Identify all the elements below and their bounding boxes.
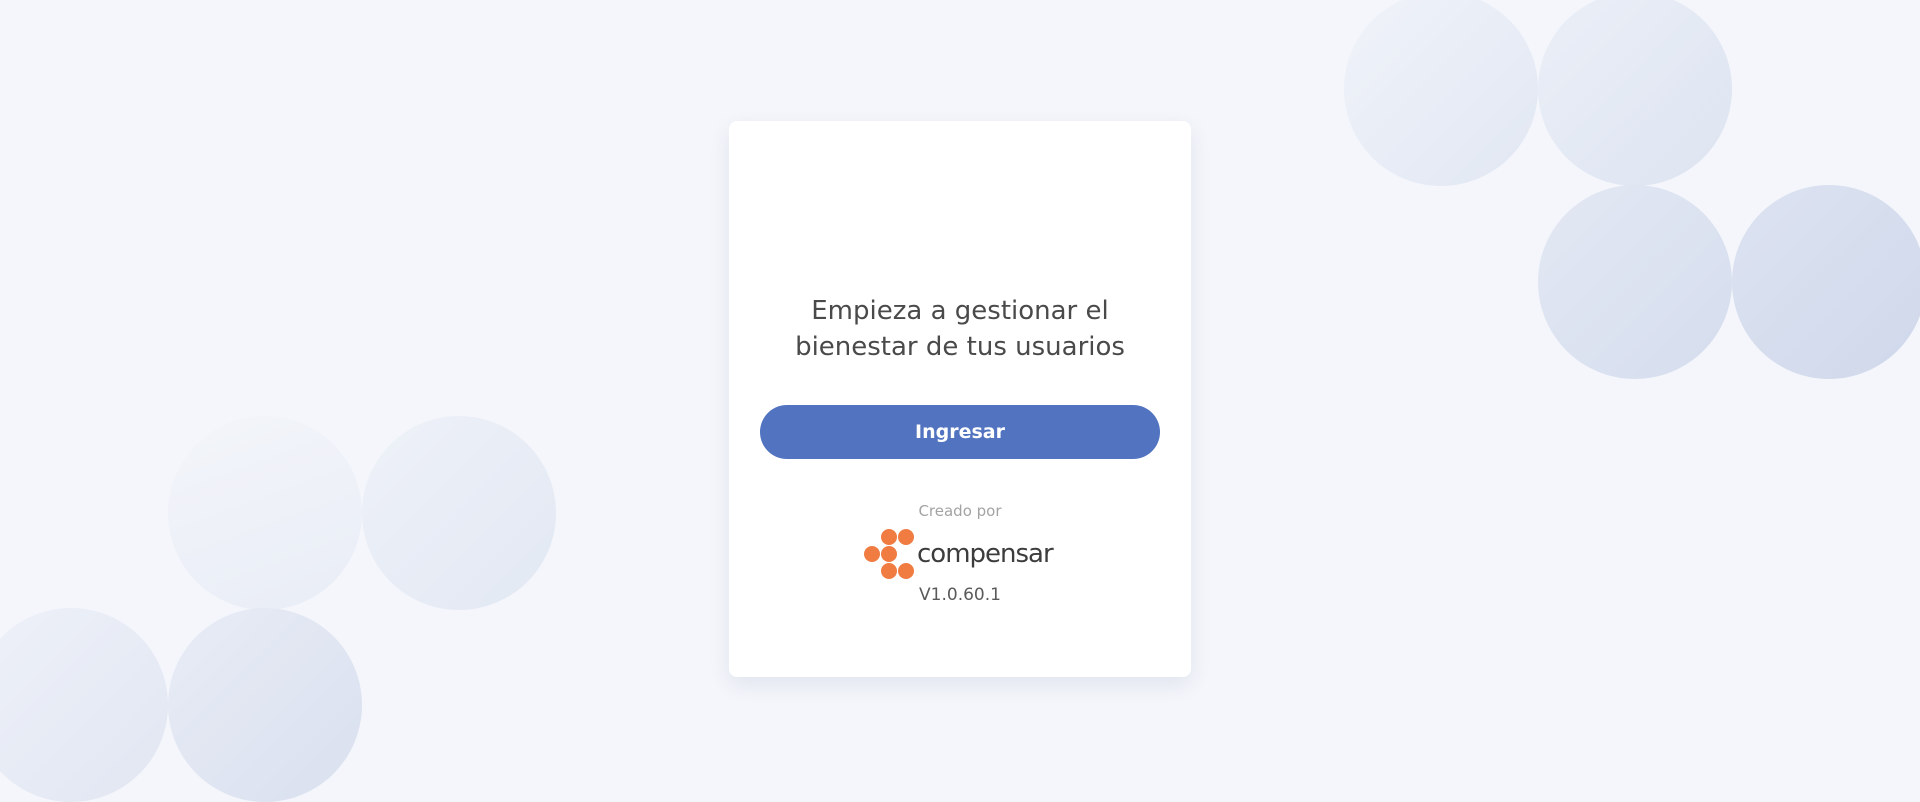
compensar-logo-icon xyxy=(864,529,914,579)
decorative-circle xyxy=(168,608,362,802)
brand-name: compensar xyxy=(917,539,1054,569)
decorative-circle xyxy=(1538,0,1732,186)
login-card: Empieza a gestionar el bienestar de tus … xyxy=(729,121,1191,677)
compensar-logo: compensar xyxy=(863,528,1059,582)
welcome-heading-line-1: Empieza a gestionar el xyxy=(811,296,1109,326)
created-by-label: Creado por xyxy=(918,502,1002,520)
decorative-circle xyxy=(1732,185,1920,379)
decorative-circle xyxy=(362,416,556,610)
decorative-circle xyxy=(0,608,168,802)
decorative-circle xyxy=(168,416,362,610)
login-button[interactable]: Ingresar xyxy=(760,405,1160,459)
decorative-circle xyxy=(1538,185,1732,379)
welcome-heading-line-2: bienestar de tus usuarios xyxy=(795,332,1125,362)
decorative-circle xyxy=(1344,0,1538,186)
welcome-heading: Empieza a gestionar el bienestar de tus … xyxy=(729,293,1191,365)
app-version: V1.0.60.1 xyxy=(919,585,1001,605)
